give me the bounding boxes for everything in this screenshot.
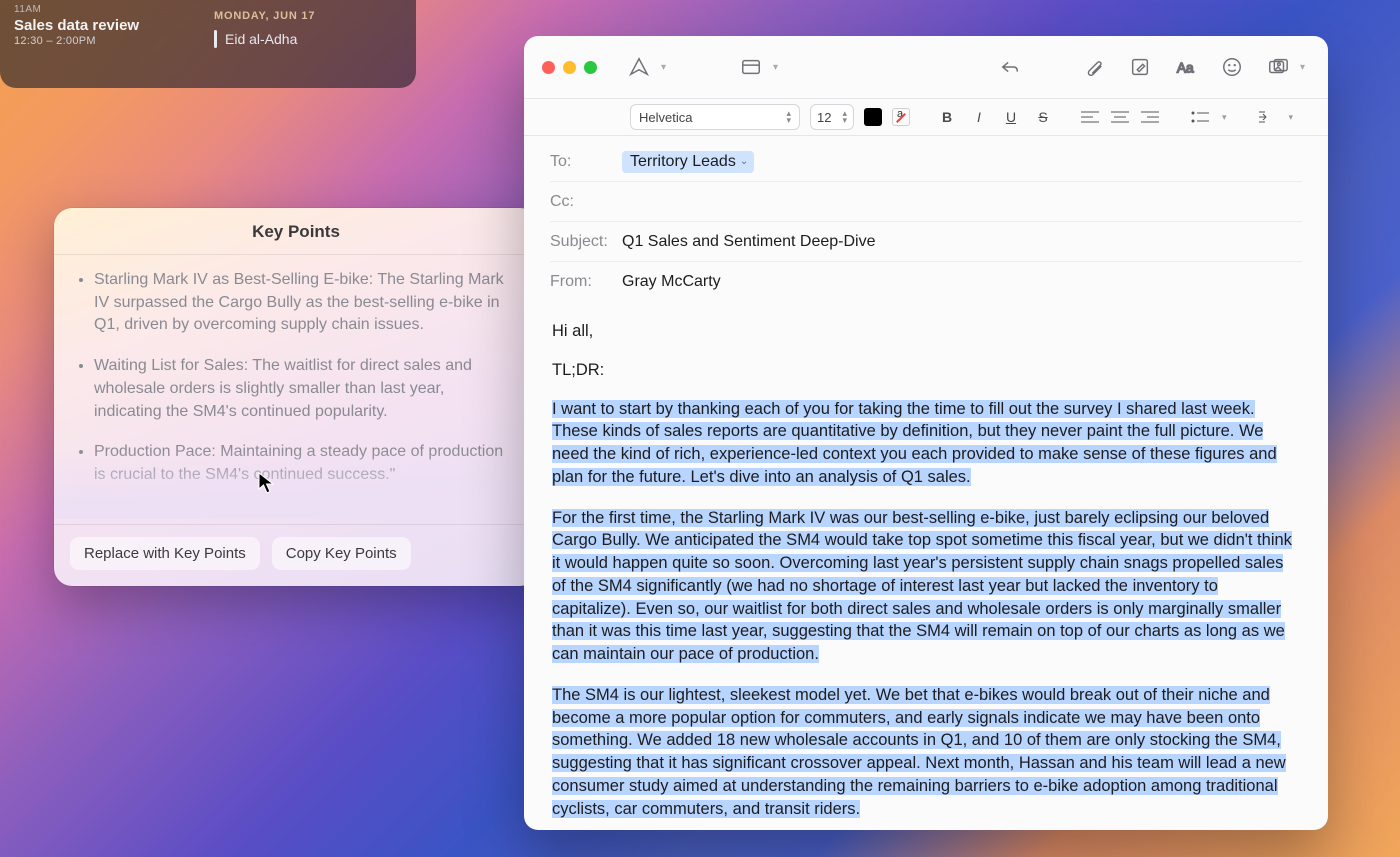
calendar-event-time: 12:30 – 2:00PM [14, 35, 204, 47]
photo-browser-icon[interactable] [1264, 53, 1292, 81]
underline-button[interactable]: U [1000, 109, 1022, 125]
key-point-item: Waiting List for Sales: The waitlist for… [94, 355, 516, 423]
indent-icon[interactable] [1257, 110, 1277, 124]
copy-key-points-button[interactable]: Copy Key Points [272, 537, 411, 570]
calendar-widget: 11AM Sales data review 12:30 – 2:00PM MO… [0, 0, 416, 88]
from-label: From: [550, 273, 622, 291]
selected-paragraph: The SM4 is our lightest, sleekest model … [552, 684, 1300, 821]
recipient-name: Territory Leads [630, 153, 736, 171]
greeting-line: Hi all, [552, 320, 1300, 343]
fullscreen-window-button[interactable] [584, 61, 597, 74]
from-value: Gray McCarty [622, 273, 721, 291]
chevron-down-icon[interactable]: ▾ [1289, 112, 1294, 123]
strikethrough-button[interactable]: S [1032, 109, 1054, 125]
chevron-down-icon[interactable]: ▾ [661, 62, 671, 73]
holiday-name: Eid al-Adha [225, 31, 297, 47]
mail-toolbar: ▾ ▾ Aa ▾ [524, 36, 1328, 98]
reply-icon[interactable] [996, 53, 1024, 81]
stepper-icon: ▴▾ [786, 110, 791, 124]
subject-value[interactable]: Q1 Sales and Sentiment Deep-Dive [622, 233, 875, 251]
bold-button[interactable]: B [936, 109, 958, 125]
list-icon[interactable] [1190, 110, 1210, 124]
from-row[interactable]: From: Gray McCarty [550, 262, 1302, 302]
header-fields-button[interactable] [737, 53, 765, 81]
chevron-down-icon[interactable]: ▾ [1222, 112, 1227, 123]
chevron-down-icon[interactable]: ▾ [773, 62, 783, 73]
recipient-token[interactable]: Territory Leads ⌄ [622, 151, 754, 173]
popover-body[interactable]: Starling Mark IV as Best-Selling E-bike:… [54, 255, 538, 519]
fade-overlay [54, 449, 538, 519]
format-bar: Helvetica ▴▾ 12 ▴▾ B I U S ▾ ▾ [524, 98, 1328, 136]
mouse-cursor-icon [258, 472, 276, 494]
calendar-day-header: MONDAY, JUN 17 [214, 10, 315, 22]
to-row[interactable]: To: Territory Leads ⌄ [550, 142, 1302, 182]
calendar-event-title[interactable]: Sales data review [14, 17, 204, 34]
minimize-window-button[interactable] [563, 61, 576, 74]
mail-headers: To: Territory Leads ⌄ Cc: Subject: Q1 Sa… [524, 136, 1328, 306]
italic-button[interactable]: I [968, 109, 990, 125]
tldr-label: TL;DR: [552, 359, 1300, 382]
svg-text:Aa: Aa [1177, 61, 1194, 76]
selected-paragraph: For the first time, the Starling Mark IV… [552, 507, 1300, 666]
selected-paragraph: I want to start by thanking each of you … [552, 398, 1300, 489]
align-right-icon[interactable] [1140, 110, 1160, 124]
event-color-bar [214, 30, 217, 48]
align-center-icon[interactable] [1110, 110, 1130, 124]
chevron-down-icon[interactable]: ⌄ [740, 156, 748, 167]
mail-compose-window: ▾ ▾ Aa ▾ Helvetica ▴▾ [524, 36, 1328, 830]
align-left-icon[interactable] [1080, 110, 1100, 124]
send-button[interactable] [625, 53, 653, 81]
key-points-popover: Key Points Starling Mark IV as Best-Sell… [54, 208, 538, 586]
popover-title: Key Points [54, 208, 538, 255]
background-color-swatch[interactable] [892, 108, 910, 126]
subject-label: Subject: [550, 233, 622, 251]
font-family-select[interactable]: Helvetica ▴▾ [630, 104, 800, 130]
attach-icon[interactable] [1080, 53, 1108, 81]
markup-icon[interactable] [1126, 53, 1154, 81]
mail-body-editor[interactable]: Hi all, TL;DR: I want to start by thanki… [524, 306, 1328, 830]
window-controls [542, 61, 597, 74]
key-point-item: Starling Mark IV as Best-Selling E-bike:… [94, 269, 516, 337]
font-size: 12 [817, 110, 831, 125]
font-size-select[interactable]: 12 ▴▾ [810, 104, 854, 130]
format-text-icon[interactable]: Aa [1172, 53, 1200, 81]
calendar-hour-label: 11AM [14, 4, 204, 15]
replace-with-key-points-button[interactable]: Replace with Key Points [70, 537, 260, 570]
stepper-icon: ▴▾ [842, 110, 847, 124]
emoji-icon[interactable] [1218, 53, 1246, 81]
cc-label: Cc: [550, 193, 622, 211]
font-name: Helvetica [639, 110, 692, 125]
cc-row[interactable]: Cc: [550, 182, 1302, 222]
popover-footer: Replace with Key Points Copy Key Points [54, 524, 538, 586]
chevron-down-icon[interactable]: ▾ [1300, 62, 1310, 73]
to-label: To: [550, 153, 622, 171]
calendar-holiday-event[interactable]: Eid al-Adha [214, 30, 315, 48]
text-color-swatch[interactable] [864, 108, 882, 126]
close-window-button[interactable] [542, 61, 555, 74]
subject-row[interactable]: Subject: Q1 Sales and Sentiment Deep-Div… [550, 222, 1302, 262]
